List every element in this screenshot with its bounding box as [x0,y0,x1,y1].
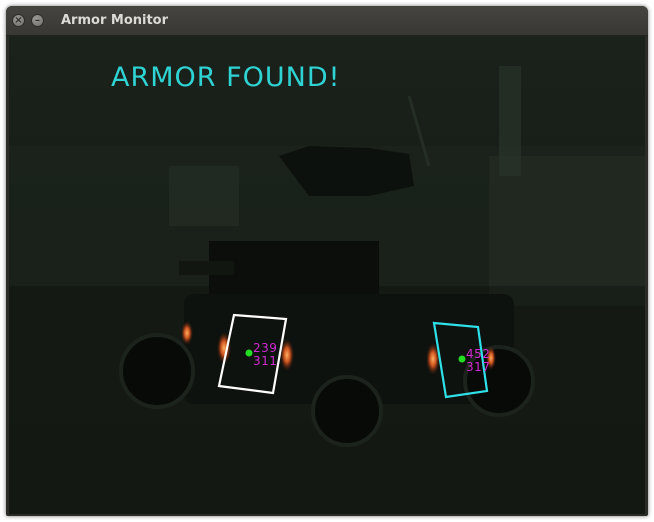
close-button[interactable]: × [12,14,25,27]
minimize-button[interactable]: – [31,14,44,27]
camera-view: ARMOR FOUND! 239 311 452 317 [9,36,645,514]
armor-2-y: 317 [466,360,491,374]
close-icon: × [14,15,23,26]
minimize-icon: – [35,15,40,26]
armor-status-text: ARMOR FOUND! [111,62,341,93]
camera-scene [9,36,645,514]
armor-center-2 [458,355,466,363]
armor-1-y: 311 [253,354,278,368]
armor-monitor-window: × – Armor Monitor ARMOR FOUND! 239 311 4… [6,6,648,516]
armor-2-coordinates: 452 317 [466,348,490,374]
armor-1-coordinates: 239 311 [253,342,277,368]
armor-center-1 [245,349,253,357]
window-title: Armor Monitor [61,13,169,28]
title-bar[interactable]: × – Armor Monitor [6,6,648,36]
